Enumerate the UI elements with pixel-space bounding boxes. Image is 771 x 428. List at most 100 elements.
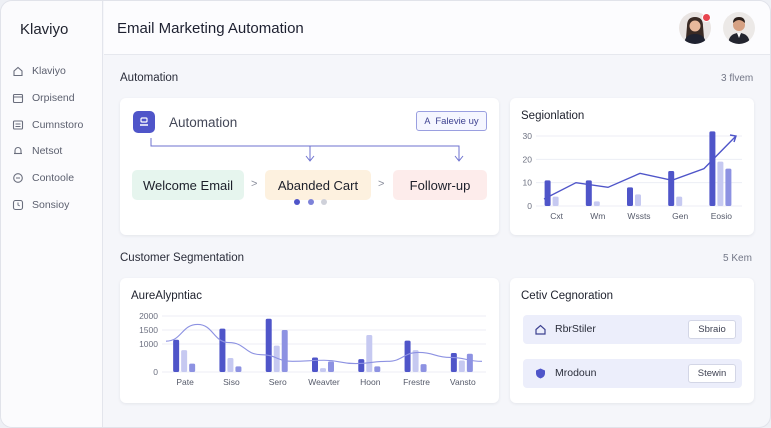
flow-step-cart[interactable]: Abanded Cart — [265, 170, 371, 200]
trend-line — [543, 135, 737, 200]
chart-bar — [235, 366, 242, 372]
chat-icon — [12, 172, 24, 184]
flow-step-welcome[interactable]: Welcome Email — [132, 170, 244, 200]
pager-dot[interactable] — [321, 199, 327, 205]
list-icon — [12, 119, 24, 131]
y-tick-label: 0 — [153, 367, 158, 377]
app-window: Klaviyo Klaviyo Orpisend Cumnstoro Netso… — [0, 0, 771, 428]
clock-icon — [12, 199, 24, 211]
chart-bar — [717, 161, 724, 206]
y-tick-label: 30 — [523, 131, 533, 141]
segment-label: Mrodoun — [555, 367, 597, 379]
y-tick-label: 20 — [523, 154, 533, 164]
segment-row[interactable]: RbrStiler Sbraio — [523, 315, 742, 344]
y-tick-label: 2000 — [139, 311, 158, 321]
chart-bar — [404, 340, 411, 372]
chart-bar — [544, 180, 551, 206]
chart-bar — [676, 196, 683, 206]
y-tick-label: 0 — [527, 201, 532, 211]
y-tick-label: 1000 — [139, 339, 158, 349]
sidebar-item-label: Orpisend — [32, 92, 75, 104]
chart-bar — [312, 357, 318, 372]
home-icon — [12, 65, 24, 77]
automation-count: 3 flvem — [721, 73, 754, 84]
chart-bar — [709, 131, 716, 206]
segment-row[interactable]: Mrodoun Stewin — [523, 359, 742, 388]
user-avatar-2[interactable] — [723, 12, 755, 44]
chart-bar — [281, 330, 288, 372]
calendar-icon — [12, 92, 24, 104]
segment-button[interactable]: Stewin — [688, 364, 736, 383]
sidebar-item-netsot[interactable]: Netsot — [12, 142, 62, 160]
chart-bar — [635, 194, 641, 206]
chart-bar — [328, 361, 334, 372]
x-tick-label: Pate — [176, 377, 194, 387]
sidebar-item-label: Sonsioy — [32, 199, 70, 211]
sidebar-item-label: Cumnstoro — [32, 119, 84, 131]
notification-badge[interactable] — [702, 13, 711, 22]
automation-card: Automation A Falevie uy Welcome Email > … — [120, 98, 499, 235]
header: Email Marketing Automation — [104, 1, 770, 55]
x-tick-label: Frestre — [403, 377, 430, 387]
segments-title: Cetiv Cegnoration — [521, 290, 614, 302]
x-tick-label: Weavter — [308, 377, 340, 387]
x-tick-label: Eosio — [711, 211, 733, 221]
chart-bar — [552, 196, 559, 206]
flow-step-followup[interactable]: Followr-up — [393, 170, 487, 200]
sidebar-item-orpisend[interactable]: Orpisend — [12, 89, 75, 107]
sidebar-item-label: Klaviyo — [32, 65, 66, 77]
segmentation-chart: 0 10 20 30 Cxt Wm Wssts Gen Eosio — [523, 131, 742, 221]
segmentation-card: Segionlation 0 10 20 30 Cxt Wm Wssts Gen Eosio — [510, 98, 754, 235]
bell-icon — [12, 145, 24, 157]
x-tick-label: Wssts — [627, 211, 650, 221]
customer-section-title: Customer Segmentation — [120, 252, 245, 264]
chart-bar — [668, 171, 675, 206]
x-tick-label: Wm — [590, 211, 605, 221]
x-tick-label: Gen — [672, 211, 688, 221]
chart-bar — [593, 201, 600, 206]
sidebar-item-klaviyo[interactable]: Klaviyo — [12, 62, 66, 80]
chart-bar — [189, 363, 196, 372]
chart-bar — [181, 350, 188, 372]
pager-dot-active[interactable] — [294, 199, 300, 205]
analytics-card: AureAlypntiac 2000 1500 1000 0 Pate Siso Sero W… — [120, 278, 499, 403]
sidebar-item-label: Contoole — [32, 172, 75, 184]
pager-dot[interactable] — [308, 199, 314, 205]
segment-button[interactable]: Sbraio — [688, 320, 736, 339]
automation-section-title: Automation — [120, 72, 179, 84]
segments-card: Cetiv Cegnoration RbrStiler Sbraio Mrodo… — [510, 278, 754, 403]
chevron-right-icon: > — [378, 178, 385, 190]
y-tick-label: 1500 — [139, 325, 158, 335]
chart-bar — [374, 366, 381, 372]
sidebar-item-label: Netsot — [32, 145, 63, 157]
chart-bar — [450, 352, 457, 372]
chart-bar — [725, 168, 732, 206]
chart-bar — [466, 353, 473, 372]
chart-bar — [358, 359, 365, 372]
page-title: Email Marketing Automation — [117, 20, 304, 37]
x-tick-label: Hoon — [360, 377, 381, 387]
brand-logo[interactable]: Klaviyo — [20, 21, 68, 38]
x-tick-label: Siso — [223, 377, 240, 387]
chart-bar — [458, 360, 465, 372]
y-tick-label: 10 — [523, 178, 533, 188]
chart-bar — [219, 328, 226, 372]
chevron-right-icon: > — [251, 178, 258, 190]
chart-bar — [320, 368, 326, 372]
sidebar-item-cumnstoro[interactable]: Cumnstoro — [12, 116, 83, 134]
chart-bar — [265, 318, 272, 372]
chart-bar — [227, 358, 234, 372]
flow-connector-lines — [150, 138, 464, 162]
x-tick-label: Sero — [269, 377, 287, 387]
sidebar-item-contoole[interactable]: Contoole — [12, 169, 74, 187]
shield-icon — [536, 368, 545, 379]
x-tick-label: Vansto — [450, 377, 476, 387]
x-tick-label: Cxt — [550, 211, 563, 221]
customer-count: 5 Kem — [723, 253, 752, 264]
chart-bar — [366, 335, 373, 372]
segment-label: RbrStiler — [555, 323, 596, 335]
sidebar-item-sonsioy[interactable]: Sonsioy — [12, 196, 69, 214]
sidebar: Klaviyo Klaviyo Orpisend Cumnstoro Netso… — [1, 1, 103, 427]
chart-bar — [420, 364, 427, 372]
chart-bar — [627, 187, 633, 206]
